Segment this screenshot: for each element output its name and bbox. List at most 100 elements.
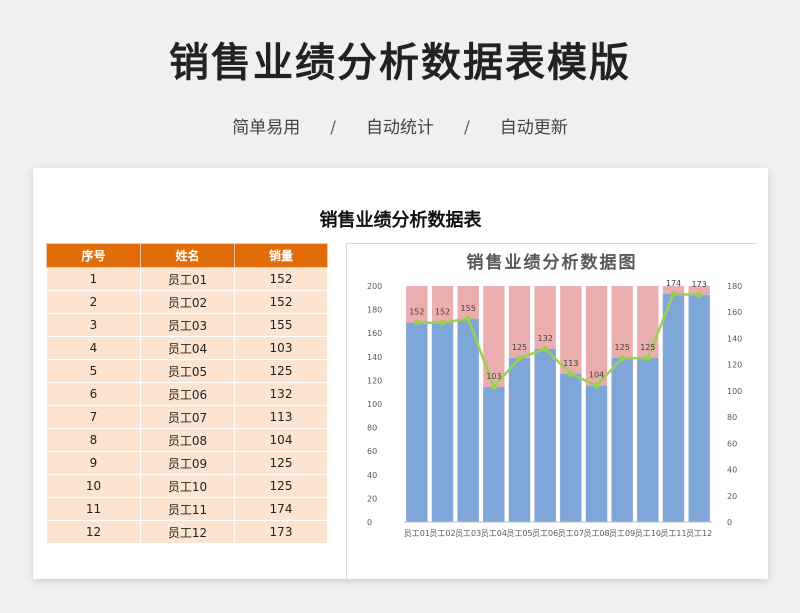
cell-index: 4 (46, 336, 141, 360)
cell-name: 员工09 (140, 451, 235, 475)
tag-separator: / (330, 118, 336, 138)
sales-bar (534, 348, 556, 522)
data-label: 113 (563, 359, 578, 368)
cell-sales: 125 (234, 451, 328, 475)
x-axis-tick-label: 员工12 (686, 529, 712, 538)
x-axis-tick-label: 员工09 (609, 529, 635, 538)
right-axis-tick-label: 180 (727, 282, 742, 291)
cell-index: 10 (46, 474, 141, 498)
line-point (490, 383, 497, 390)
table-row: 2 员工02 152 (46, 290, 328, 314)
header-sales: 销量 (234, 243, 328, 268)
right-axis-tick-label: 100 (727, 387, 742, 396)
cell-name: 员工03 (140, 313, 235, 337)
sales-bar (688, 295, 710, 522)
x-axis-tick-label: 员工11 (660, 529, 686, 538)
left-axis-tick-label: 0 (367, 518, 372, 527)
line-point (516, 355, 523, 362)
cell-index: 11 (46, 497, 141, 521)
x-axis-tick-label: 员工10 (635, 529, 661, 538)
data-label: 125 (615, 343, 630, 352)
sales-bar (585, 385, 608, 522)
x-axis-tick-label: 员工05 (506, 529, 532, 538)
cell-name: 员工02 (140, 290, 235, 314)
header-name: 姓名 (140, 243, 235, 268)
data-label: 132 (538, 334, 553, 343)
x-axis-tick-label: 员工03 (455, 529, 481, 538)
chart-area: 销售业绩分析数据图 152 152 155 103 125 132 113 104 125 125… (346, 243, 757, 579)
sales-bar (508, 358, 531, 522)
line-point (413, 319, 420, 326)
table-row: 4 员工04 103 (46, 336, 328, 360)
data-label: 152 (409, 308, 424, 317)
cell-name: 员工08 (140, 428, 235, 452)
table-row: 12 员工12 173 (46, 520, 328, 544)
right-axis-tick-label: 120 (727, 361, 742, 370)
right-axis-tick-label: 0 (727, 518, 732, 527)
sales-chart: 销售业绩分析数据图 152 152 155 103 125 132 113 104 125 125… (367, 252, 742, 538)
data-label: 155 (461, 304, 476, 313)
cell-index: 6 (46, 382, 141, 406)
line-point (593, 382, 600, 389)
x-axis-tick-label: 员工04 (481, 529, 507, 538)
cell-index: 8 (46, 428, 141, 452)
line-point (619, 355, 626, 362)
table-row: 5 员工05 125 (46, 359, 328, 383)
data-label: 173 (692, 280, 707, 289)
feature-tags: 简单易用 / 自动统计 / 自动更新 (0, 113, 800, 138)
cell-name: 员工06 (140, 382, 235, 406)
line-point (439, 319, 446, 326)
right-axis-tick-label: 60 (727, 439, 737, 448)
left-axis-tick-label: 120 (367, 376, 382, 385)
cell-sales: 125 (234, 359, 328, 383)
line-point (567, 370, 574, 377)
cell-sales: 152 (234, 290, 328, 314)
data-label: 103 (486, 372, 501, 381)
sales-bar (431, 322, 454, 522)
cell-index: 9 (46, 451, 141, 475)
table-row: 9 员工09 125 (46, 451, 328, 475)
table-header-row: 序号 姓名 销量 (46, 243, 328, 268)
x-axis-tick-label: 员工06 (532, 529, 558, 538)
cell-index: 2 (46, 290, 141, 314)
right-axis-tick-label: 40 (727, 466, 737, 475)
cell-sales: 132 (234, 382, 328, 406)
data-label: 125 (512, 343, 527, 352)
right-axis-tick-label: 160 (727, 308, 742, 317)
sales-bar (611, 358, 633, 522)
card-title: 销售业绩分析数据表 (319, 210, 482, 231)
data-label: 125 (640, 343, 655, 352)
cell-sales: 155 (234, 313, 328, 337)
cell-index: 5 (46, 359, 141, 383)
x-axis-tick-label: 员工01 (404, 529, 430, 538)
left-axis-tick-label: 140 (367, 353, 382, 362)
cell-index: 1 (46, 267, 141, 291)
line-point (670, 290, 677, 297)
page-title: 销售业绩分析数据表模版 (169, 40, 631, 86)
left-axis-tick-label: 100 (367, 400, 382, 409)
left-axis-tick-label: 40 (367, 471, 377, 480)
content-card: 销售业绩分析数据表 序号 姓名 销量 1 员工01 152 2 员工02 152 3 员工03… (33, 168, 768, 579)
sales-bar (406, 322, 428, 522)
line-point (542, 345, 549, 352)
header-index: 序号 (46, 243, 141, 268)
data-label: 104 (589, 371, 604, 380)
sales-bar (483, 386, 505, 522)
sales-bar (457, 318, 479, 522)
cell-name: 员工01 (140, 267, 235, 291)
tag-auto-update: 自动更新 (499, 118, 568, 138)
left-axis-tick-label: 80 (367, 424, 377, 433)
cell-name: 员工11 (140, 497, 235, 521)
cell-sales: 125 (234, 474, 328, 498)
left-axis-tick-label: 60 (367, 447, 377, 456)
left-axis-tick-label: 180 (367, 306, 382, 315)
right-axis-tick-label: 140 (727, 334, 742, 343)
cell-index: 3 (46, 313, 141, 337)
cell-sales: 173 (234, 520, 328, 544)
table-row: 1 员工01 152 (46, 267, 328, 291)
cell-sales: 174 (234, 497, 328, 521)
cell-sales: 103 (234, 336, 328, 360)
line-point (696, 292, 703, 299)
cell-name: 员工04 (140, 336, 235, 360)
table-row: 3 员工03 155 (46, 313, 328, 337)
